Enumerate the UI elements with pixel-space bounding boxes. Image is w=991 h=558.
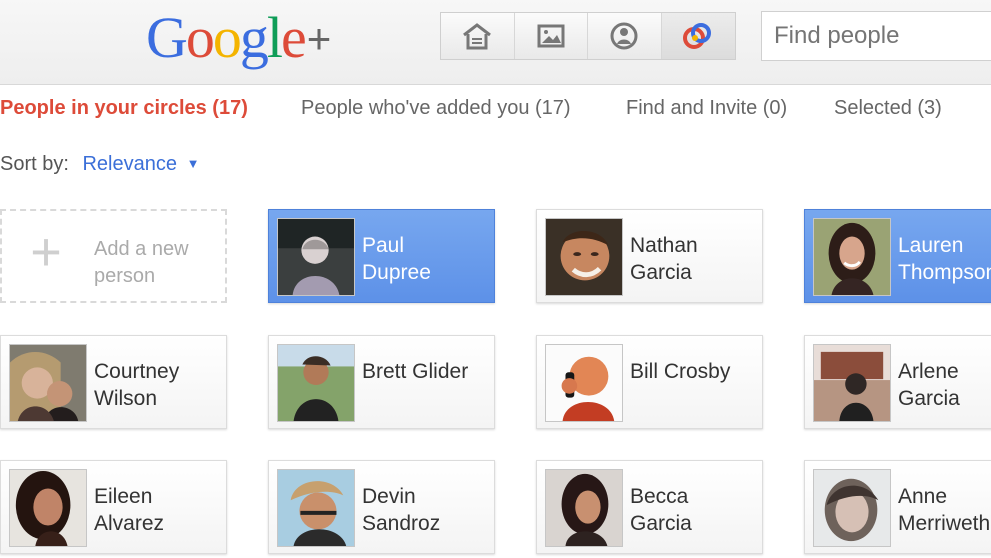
person-name: Eileen Alvarez <box>94 485 165 535</box>
avatar <box>813 218 891 296</box>
person-card-brett-glider[interactable]: Brett Glider <box>268 335 495 429</box>
add-new-person-label: Add a new person <box>94 238 189 287</box>
nathan-garcia-photo <box>546 219 622 295</box>
sort-control: Sort by: Relevance ▼ <box>0 153 199 176</box>
circles-icon <box>683 23 712 49</box>
avatar <box>813 469 891 547</box>
person-name: Nathan Garcia <box>630 234 698 284</box>
avatar <box>545 469 623 547</box>
logo-letter-g: G <box>146 5 188 70</box>
bill-crosby-photo <box>546 345 622 421</box>
becca-garcia-photo <box>546 470 622 546</box>
logo-letter-e: e <box>281 5 307 70</box>
tab-people-who-added-you[interactable]: People who've added you (17) <box>301 97 571 120</box>
circles-button[interactable] <box>661 13 735 59</box>
person-name: Devin Sandroz <box>362 485 441 535</box>
logo-letter-l: l <box>266 5 283 70</box>
courtney-wilson-photo <box>10 345 86 421</box>
logo-letter-o-first: o <box>185 5 215 70</box>
logo-letter-o-second: o <box>212 5 242 70</box>
avatar <box>9 344 87 422</box>
logo-letter-g-lower: g <box>239 5 269 70</box>
people-tabs: People in your circles (17) People who'v… <box>0 90 991 132</box>
tab-selected[interactable]: Selected (3) <box>834 97 942 120</box>
tab-find-and-invite[interactable]: Find and Invite (0) <box>626 97 787 120</box>
devin-sandroz-photo <box>278 470 354 546</box>
person-name: Courtney Wilson <box>94 360 180 410</box>
person-card-arlene-garcia[interactable]: Arlene Garcia <box>804 335 991 429</box>
person-card-devin-sandroz[interactable]: Devin Sandroz <box>268 460 495 554</box>
avatar <box>277 344 355 422</box>
logo-plus: + <box>306 15 331 62</box>
avatar <box>545 344 623 422</box>
circles-page: Google+ Find people People in your circl… <box>0 0 991 558</box>
home-icon <box>463 23 492 50</box>
brett-glider-photo <box>278 345 354 421</box>
person-card-becca-garcia[interactable]: Becca Garcia <box>536 460 763 554</box>
sort-label: Sort by: <box>0 153 69 175</box>
anne-merriwether-photo <box>814 470 890 546</box>
google-plus-logo[interactable]: Google+ <box>146 2 331 75</box>
person-name: Bill Crosby <box>630 360 731 383</box>
person-card-courtney-wilson[interactable]: Courtney Wilson <box>0 335 227 429</box>
avatar <box>9 469 87 547</box>
chevron-down-icon[interactable]: ▼ <box>187 156 200 171</box>
avatar <box>277 469 355 547</box>
person-card-lauren-thompson[interactable]: Lauren Thompson <box>804 209 991 303</box>
find-people-search-input[interactable] <box>761 11 991 61</box>
avatar <box>813 344 891 422</box>
paul-dupree-photo <box>278 219 354 295</box>
person-card-paul-dupree[interactable]: Paul Dupree <box>268 209 495 303</box>
sort-dropdown[interactable]: Relevance <box>82 153 177 175</box>
add-new-person-card[interactable]: + Add a new person <box>0 209 227 303</box>
top-navigation-icons <box>440 12 736 60</box>
person-card-bill-crosby[interactable]: Bill Crosby <box>536 335 763 429</box>
photos-button[interactable] <box>514 13 588 59</box>
top-header: Google+ <box>0 0 991 85</box>
tab-people-in-your-circles[interactable]: People in your circles (17) <box>0 97 248 120</box>
person-name: Brett Glider <box>362 360 469 383</box>
home-button[interactable] <box>441 13 515 59</box>
person-name: Paul Dupree <box>362 234 431 284</box>
photos-icon <box>537 24 565 48</box>
person-card-nathan-garcia[interactable]: Nathan Garcia <box>536 209 763 303</box>
lauren-thompson-photo <box>814 219 890 295</box>
avatar <box>277 218 355 296</box>
person-card-eileen-alvarez[interactable]: Eileen Alvarez <box>0 460 227 554</box>
person-name: Lauren Thompson <box>898 234 991 284</box>
person-card-anne-merriwether[interactable]: Anne Merriwether <box>804 460 991 554</box>
arlene-garcia-photo <box>814 345 890 421</box>
avatar <box>545 218 623 296</box>
profile-button[interactable] <box>588 13 662 59</box>
person-name: Becca Garcia <box>630 485 692 535</box>
person-name: Arlene Garcia <box>898 360 960 410</box>
eileen-alvarez-photo <box>10 470 86 546</box>
profile-icon <box>610 22 638 50</box>
person-name: Anne Merriwether <box>898 485 991 535</box>
plus-icon: + <box>30 222 62 282</box>
